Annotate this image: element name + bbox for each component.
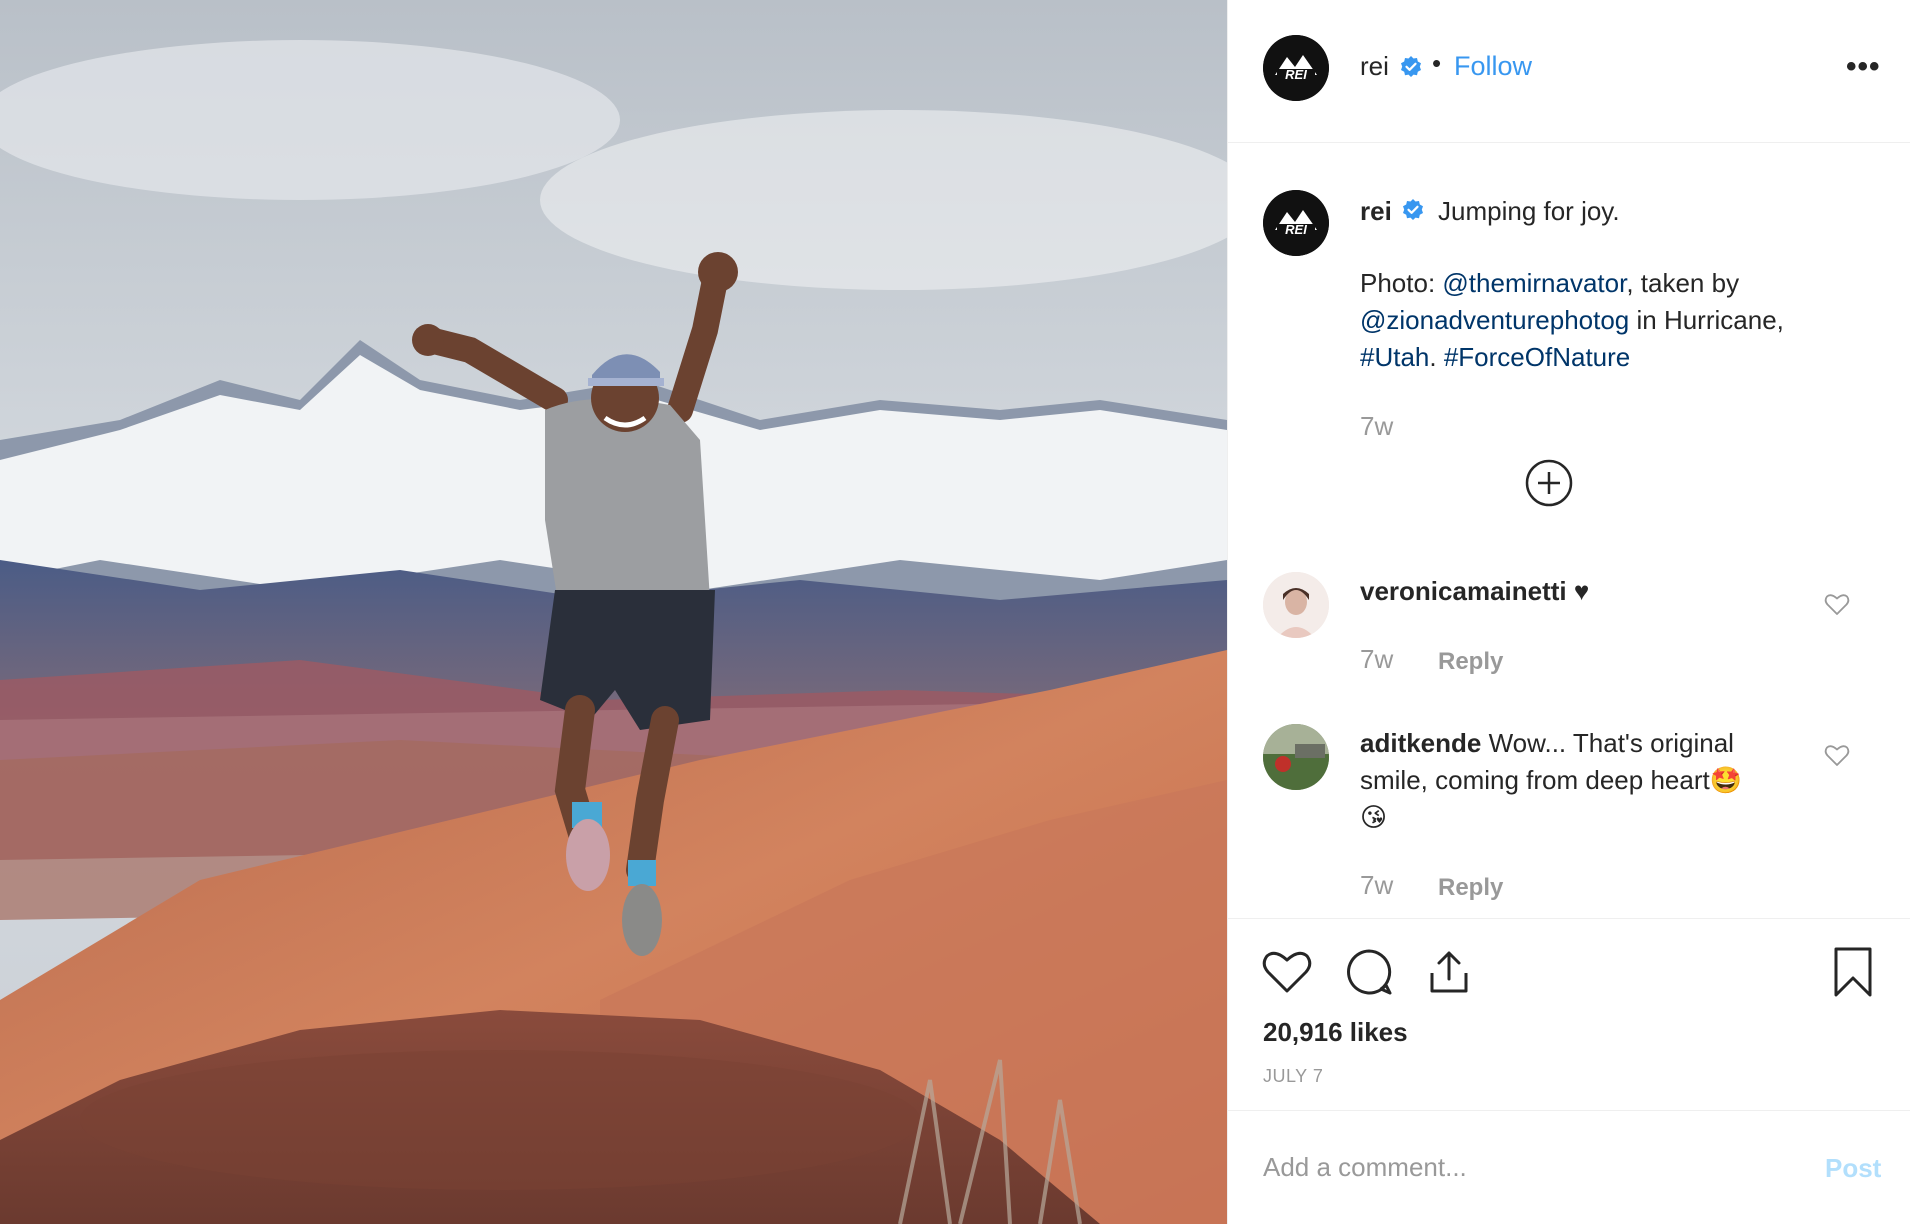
hashtag-link[interactable]: #Utah: [1360, 342, 1429, 372]
hashtag-separator: .: [1429, 342, 1444, 372]
post-actions: 20,916 likes JULY 7: [1228, 918, 1910, 1118]
comment-username[interactable]: aditkende: [1360, 728, 1481, 758]
reply-button[interactable]: Reply: [1438, 874, 1503, 902]
comment-text: Wow... That's original: [1481, 728, 1734, 758]
comment-line: aditkende Wow... That's original: [1360, 728, 1734, 759]
caption-credit-line-1: Photo: @themirnavator, taken by: [1360, 268, 1739, 299]
load-more-comments-icon[interactable]: [1525, 459, 1573, 507]
header-separator: •: [1432, 48, 1442, 78]
post-header: REI rei • Follow •••: [1228, 0, 1910, 143]
more-options-icon[interactable]: •••: [1846, 50, 1881, 84]
photo-illustration: [0, 0, 1227, 1224]
rei-avatar[interactable]: REI: [1263, 35, 1329, 101]
verified-badge-icon: [1401, 56, 1421, 77]
mention-link[interactable]: @zionadventurephotog: [1360, 305, 1629, 335]
caption-credit-suffix: , taken by: [1626, 268, 1740, 298]
caption-text: Jumping for joy.: [1438, 196, 1620, 226]
avatar-photo: [1263, 572, 1329, 638]
bookmark-icon[interactable]: [1826, 945, 1880, 999]
share-icon[interactable]: [1422, 945, 1476, 999]
comment-time[interactable]: 7w: [1360, 644, 1393, 675]
comment-text-continued: smile, coming from deep heart🤩: [1360, 765, 1743, 795]
svg-text:REI: REI: [1285, 67, 1307, 82]
comment-like-heart-icon[interactable]: [1823, 590, 1851, 618]
comment-input[interactable]: [1263, 1145, 1803, 1189]
post-photo[interactable]: [0, 0, 1227, 1224]
likes-count[interactable]: 20,916 likes: [1263, 1017, 1408, 1048]
hashtag-link[interactable]: #ForceOfNature: [1444, 342, 1630, 372]
heart-icon[interactable]: [1260, 945, 1314, 999]
caption-username[interactable]: rei: [1360, 196, 1392, 227]
mention-link[interactable]: @themirnavator: [1442, 268, 1626, 298]
commenter-avatar[interactable]: [1263, 572, 1329, 638]
caption-credit-line-2: @zionadventurephotog in Hurricane,: [1360, 305, 1784, 336]
caption-time[interactable]: 7w: [1360, 411, 1393, 442]
verified-badge-icon: [1403, 199, 1423, 220]
rei-logo: REI: [1263, 190, 1329, 256]
avatar-photo: [1263, 724, 1329, 790]
post-viewer: REI rei • Follow ••• REI rei Jumping for…: [0, 0, 1910, 1224]
comment-line: veronicamainetti ♥: [1360, 576, 1589, 607]
comment-icon[interactable]: [1342, 945, 1396, 999]
commenter-avatar[interactable]: [1263, 724, 1329, 790]
caption-hashtags-line: #Utah. #ForceOfNature: [1360, 342, 1630, 373]
header-username[interactable]: rei: [1360, 51, 1389, 82]
comment-username[interactable]: veronicamainetti: [1360, 576, 1567, 606]
follow-button[interactable]: Follow: [1454, 51, 1532, 82]
comment-like-heart-icon[interactable]: [1823, 741, 1851, 769]
post-comment-button[interactable]: Post: [1825, 1153, 1881, 1184]
post-date[interactable]: JULY 7: [1263, 1066, 1323, 1087]
comment-time[interactable]: 7w: [1360, 870, 1393, 901]
reply-button[interactable]: Reply: [1438, 648, 1503, 676]
add-comment-bar: Post: [1228, 1110, 1910, 1224]
caption-avatar[interactable]: REI: [1263, 190, 1329, 256]
comment-text: ♥: [1566, 576, 1590, 606]
comment-text-emoji: 😘: [1360, 802, 1388, 832]
svg-text:REI: REI: [1285, 222, 1307, 237]
post-side-panel: REI rei • Follow ••• REI rei Jumping for…: [1227, 0, 1910, 1224]
caption-location: in Hurricane,: [1629, 305, 1784, 335]
rei-logo: REI: [1263, 35, 1329, 101]
caption-credit-prefix: Photo:: [1360, 268, 1443, 298]
